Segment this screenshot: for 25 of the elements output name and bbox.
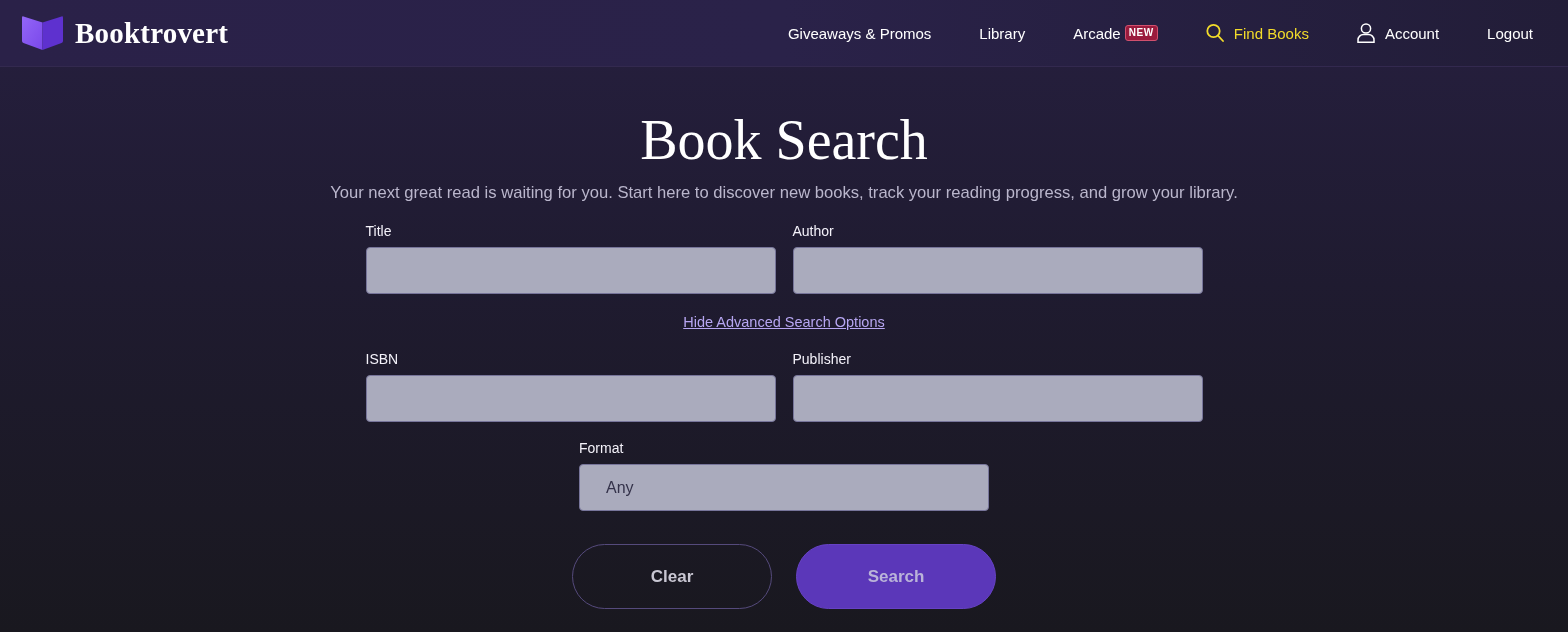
search-icon	[1205, 23, 1224, 43]
brand-name[interactable]: Booktrovert	[75, 16, 229, 50]
nav-link[interactable]: Arcade NEW	[1073, 24, 1158, 42]
input-field[interactable]	[365, 247, 776, 294]
page-title: Book Search	[640, 108, 928, 172]
advanced-options-link[interactable]: Hide Advanced Search Options	[683, 312, 885, 332]
search-button[interactable]: Search	[796, 544, 996, 609]
book-logo-icon	[22, 16, 63, 50]
nav-link[interactable]: Library	[979, 24, 1026, 42]
input-field[interactable]	[365, 375, 776, 422]
person-icon	[1356, 23, 1375, 43]
field-label: Format	[579, 439, 625, 457]
field-label: Title	[365, 222, 393, 240]
field-label: Author	[792, 222, 835, 240]
nav-link[interactable]: Account	[1356, 23, 1440, 43]
input-field[interactable]	[792, 375, 1203, 422]
nav-link[interactable]: Find Books	[1205, 23, 1309, 43]
format-select[interactable]: Any	[579, 464, 989, 511]
nav-link[interactable]: Giveaways & Promos	[787, 24, 932, 42]
new-badge: NEW	[1124, 25, 1158, 41]
field-label: ISBN	[365, 350, 400, 368]
field-label: Publisher	[792, 350, 852, 368]
input-field[interactable]	[792, 247, 1203, 294]
nav-link[interactable]: Logout	[1487, 24, 1533, 42]
page-subtitle: Your next great read is waiting for you. Start here to discover new books, track your reading progress, and grow your library.	[330, 182, 1238, 204]
